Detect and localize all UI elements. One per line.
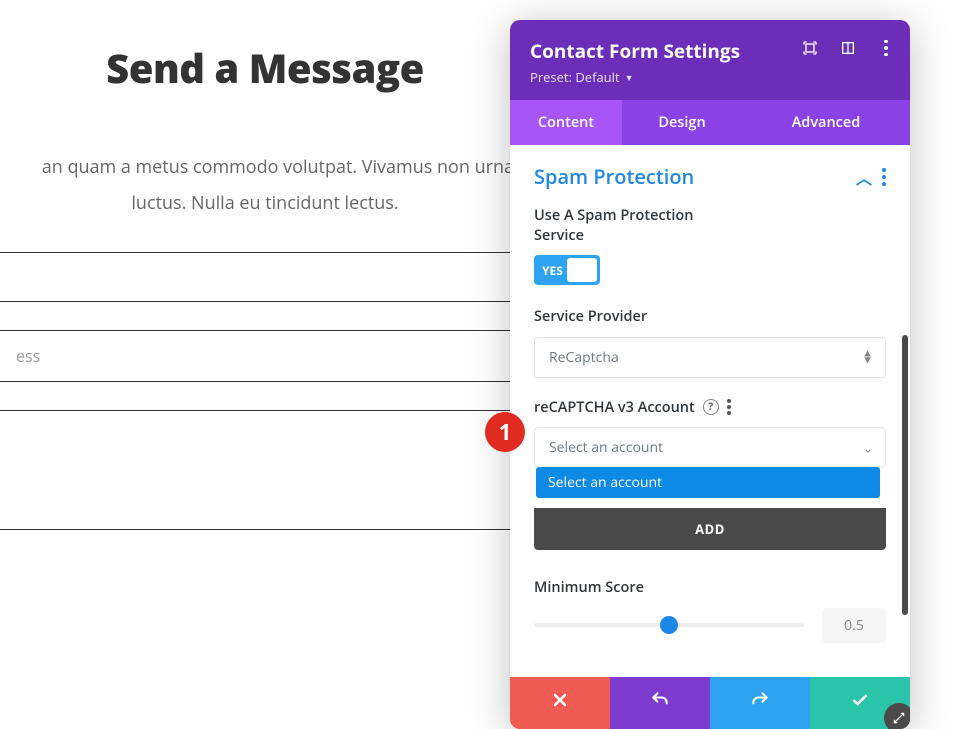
tab-design[interactable]: Design [622,100,742,145]
settings-panel: Contact Form Settings Preset: Default ▼ … [510,20,910,729]
chevron-down-icon: ⌄ [863,444,873,451]
preset-selector[interactable]: Preset: Default ▼ [530,68,890,86]
account-kebab-icon[interactable] [727,399,731,415]
check-icon [850,690,870,716]
account-label-row: reCAPTCHA v3 Account ? [534,398,886,418]
redo-button[interactable] [710,677,810,729]
contact-form: ess [0,252,540,530]
header-icon-row [802,40,894,56]
section-header[interactable]: Spam Protection ︿ [534,163,886,190]
tab-advanced[interactable]: Advanced [742,100,910,145]
kebab-menu-icon[interactable] [878,40,894,56]
add-account-button[interactable]: ADD [534,508,886,550]
panel-layout-icon[interactable] [840,40,856,56]
account-label: reCAPTCHA v3 Account [534,398,695,418]
min-score-slider[interactable] [534,615,804,635]
chevron-down-icon: ▼ [625,71,634,84]
panel-tabs: Content Design Advanced [510,100,910,145]
account-group: reCAPTCHA v3 Account ? Select an account… [534,398,886,551]
slider-thumb[interactable] [660,616,678,634]
panel-footer [510,677,910,729]
toggle-text: YES [542,255,563,285]
form-field-name[interactable] [0,252,540,302]
section-kebab-icon[interactable] [882,168,886,186]
min-score-group: Minimum Score 0.5 [534,578,886,643]
use-spam-service-group: Use A Spam Protection Service YES [534,206,886,285]
annotation-marker-1: 1 [485,412,525,452]
undo-button[interactable] [610,677,710,729]
undo-icon [650,690,670,716]
toggle-knob [567,258,597,282]
chevron-up-icon[interactable]: ︿ [856,165,872,189]
min-score-value[interactable]: 0.5 [822,608,886,643]
panel-body: Spam Protection ︿ Use A Spam Protection … [510,145,910,677]
resize-handle[interactable] [884,703,910,729]
account-placeholder: Select an account [549,438,663,457]
form-field-message[interactable] [0,410,540,530]
account-select[interactable]: Select an account ⌄ [534,427,886,468]
scrollbar[interactable] [902,335,908,615]
provider-value: ReCaptcha [549,348,619,367]
close-icon [550,690,570,716]
expand-icon[interactable] [802,40,818,56]
min-score-label: Minimum Score [534,578,886,598]
provider-group: Service Provider ReCaptcha ▲▼ [534,307,886,378]
provider-select[interactable]: ReCaptcha ▲▼ [534,337,886,378]
cancel-button[interactable] [510,677,610,729]
help-icon[interactable]: ? [703,399,719,415]
account-option-select[interactable]: Select an account [536,467,880,498]
form-field-email[interactable]: ess [0,330,540,382]
use-spam-service-toggle[interactable]: YES [534,255,600,285]
redo-icon [750,690,770,716]
panel-header: Contact Form Settings Preset: Default ▼ [510,20,910,100]
provider-label: Service Provider [534,307,886,327]
tab-content[interactable]: Content [510,100,622,145]
preset-label: Preset: Default [530,68,620,86]
section-title: Spam Protection [534,163,694,190]
use-spam-service-label: Use A Spam Protection Service [534,206,734,245]
select-updown-icon: ▲▼ [862,351,873,364]
account-dropdown: Select an account ⌄ Select an account AD… [534,427,886,550]
